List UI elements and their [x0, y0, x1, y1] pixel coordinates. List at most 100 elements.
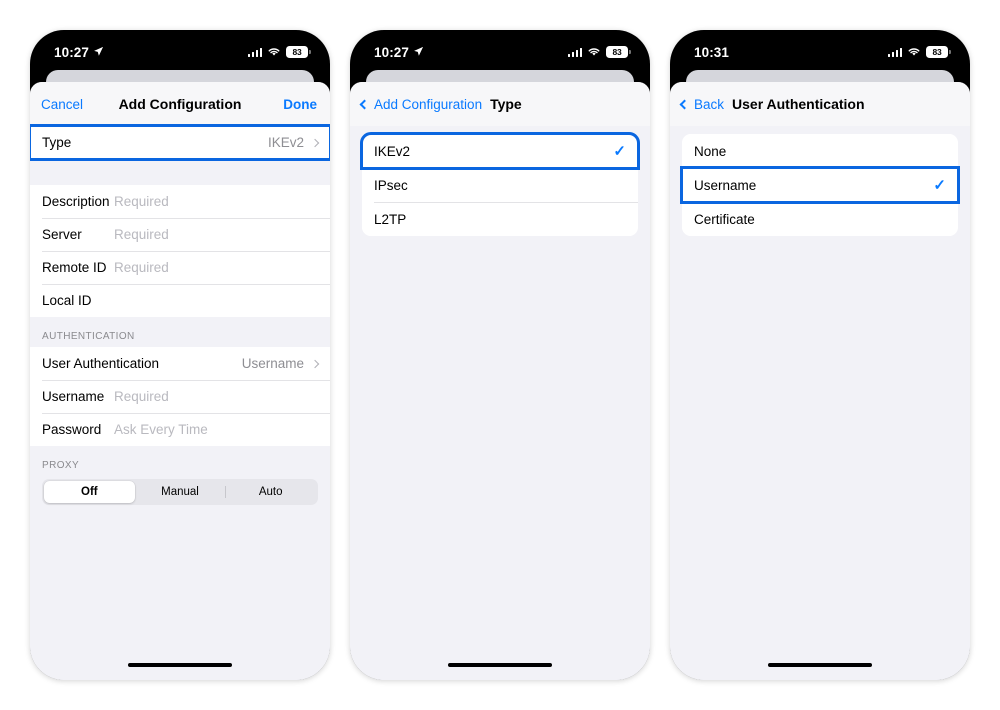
type-options-inset: IKEv2 ✓ IPsec L2TP: [360, 132, 640, 236]
phone-add-configuration: 10:27 83 Cancel Add Configuration Done T…: [30, 30, 330, 680]
wifi-icon: [907, 45, 921, 60]
home-indicator[interactable]: [768, 662, 872, 667]
type-group: Type IKEv2: [30, 124, 330, 161]
option-ikev2[interactable]: IKEv2 ✓: [360, 132, 640, 170]
phone-type-picker: 10:27 83 Add Configuration Type IKEv2 ✓ …: [350, 30, 650, 680]
chevron-left-icon: [679, 99, 690, 109]
option-none[interactable]: None: [682, 134, 958, 168]
wifi-icon: [267, 45, 281, 60]
proxy-segment-manual[interactable]: Manual: [135, 481, 226, 503]
back-button-label: Back: [694, 96, 725, 112]
status-left-2: 10:27: [374, 45, 424, 60]
row-username-label: Username: [42, 389, 105, 404]
option-l2tp[interactable]: L2TP: [362, 202, 638, 236]
home-indicator[interactable]: [448, 662, 552, 667]
row-password-input[interactable]: Ask Every Time: [114, 422, 208, 437]
authentication-section-wrap: AUTHENTICATION: [30, 317, 330, 347]
proxy-segment-auto[interactable]: Auto: [225, 481, 316, 503]
row-user-authentication[interactable]: User Authentication Username: [30, 347, 330, 380]
status-time: 10:31: [694, 44, 730, 60]
status-bar-3: 10:31 83: [670, 30, 970, 74]
battery-level: 83: [932, 47, 942, 57]
page-title: User Authentication: [732, 96, 865, 112]
row-password-label: Password: [42, 422, 102, 437]
row-server-label: Server: [42, 227, 82, 242]
row-description-input[interactable]: Required: [114, 194, 169, 209]
status-time: 10:27: [54, 44, 90, 60]
row-local-id-label: Local ID: [42, 293, 92, 308]
cellular-signal-icon: [887, 47, 902, 57]
proxy-section-wrap: PROXY: [30, 446, 330, 476]
option-l2tp-label: L2TP: [374, 211, 407, 227]
type-options-content: IKEv2 ✓ IPsec L2TP: [350, 126, 650, 680]
modal-sheet-2: Add Configuration Type IKEv2 ✓ IPsec L2T…: [350, 82, 650, 680]
row-local-id[interactable]: Local ID: [30, 284, 330, 317]
status-left-1: 10:27: [54, 45, 104, 60]
row-remote-id-label: Remote ID: [42, 260, 107, 275]
option-username[interactable]: Username ✓: [680, 166, 960, 204]
row-username[interactable]: Username Required: [30, 380, 330, 413]
cellular-signal-icon: [247, 47, 262, 57]
option-ikev2-label: IKEv2: [374, 143, 411, 159]
back-button[interactable]: Back: [679, 96, 725, 112]
phone-user-authentication-picker: 10:31 83 Back User Authentication None U…: [670, 30, 970, 680]
nav-bar-2: Add Configuration Type: [350, 82, 650, 126]
user-authentication-options-list: None Username ✓ Certificate: [680, 134, 960, 236]
status-right-1: 83: [247, 45, 311, 60]
row-remote-id-input[interactable]: Required: [114, 260, 169, 275]
cellular-signal-icon: [567, 47, 582, 57]
nav-bar-1: Cancel Add Configuration Done: [30, 82, 330, 126]
modal-sheet-3: Back User Authentication None Username ✓: [670, 82, 970, 680]
checkmark-icon: ✓: [933, 176, 946, 194]
checkmark-icon: ✓: [613, 142, 626, 160]
row-password[interactable]: Password Ask Every Time: [30, 413, 330, 446]
status-bar-2: 10:27 83: [350, 30, 650, 74]
option-ipsec-label: IPsec: [374, 177, 408, 193]
cancel-button[interactable]: Cancel: [41, 97, 83, 112]
proxy-segmented-control[interactable]: Off Manual Auto: [42, 479, 318, 505]
type-options-list: IKEv2 ✓ IPsec L2TP: [360, 132, 640, 236]
option-ipsec[interactable]: IPsec: [362, 168, 638, 202]
connection-fields-group: Description Required Server Required Rem…: [30, 185, 330, 317]
user-authentication-options-inset: None Username ✓ Certificate: [680, 134, 960, 236]
screenshot-stage: 10:27 83 Cancel Add Configuration Done T…: [0, 0, 1000, 710]
status-left-3: 10:31: [694, 45, 729, 60]
proxy-section-header: PROXY: [42, 460, 80, 471]
done-button[interactable]: Done: [283, 97, 317, 112]
location-arrow-icon: [413, 45, 424, 60]
status-bar-1: 10:27 83: [30, 30, 330, 74]
page-title: Type: [490, 96, 522, 112]
battery-icon: 83: [286, 46, 311, 58]
row-type[interactable]: Type IKEv2: [30, 124, 330, 161]
row-remote-id[interactable]: Remote ID Required: [30, 251, 330, 284]
chevron-right-icon: [310, 138, 320, 147]
row-description[interactable]: Description Required: [30, 185, 330, 218]
option-certificate-label: Certificate: [694, 211, 755, 227]
home-indicator[interactable]: [128, 662, 232, 667]
proxy-segmented-wrap: Off Manual Auto: [30, 476, 330, 505]
row-server-input[interactable]: Required: [114, 227, 169, 242]
row-username-input[interactable]: Required: [114, 389, 169, 404]
back-button[interactable]: Add Configuration: [359, 96, 483, 112]
back-button-label: Add Configuration: [374, 96, 483, 112]
option-none-label: None: [694, 143, 727, 159]
battery-level: 83: [292, 47, 302, 57]
row-server[interactable]: Server Required: [30, 218, 330, 251]
proxy-segment-off[interactable]: Off: [44, 481, 135, 503]
battery-icon: 83: [606, 46, 631, 58]
row-description-label: Description: [42, 194, 110, 209]
authentication-section-header: AUTHENTICATION: [42, 331, 135, 342]
option-certificate[interactable]: Certificate: [682, 202, 958, 236]
status-time: 10:27: [374, 44, 410, 60]
authentication-group: User Authentication Username Username Re…: [30, 347, 330, 446]
row-user-authentication-label: User Authentication: [42, 356, 160, 371]
status-right-2: 83: [567, 45, 631, 60]
chevron-left-icon: [359, 99, 370, 109]
battery-level: 83: [612, 47, 622, 57]
nav-bar-3: Back User Authentication: [670, 82, 970, 126]
modal-sheet-1: Cancel Add Configuration Done Type IKEv2…: [30, 82, 330, 680]
chevron-right-icon: [310, 359, 320, 368]
wifi-icon: [587, 45, 601, 60]
form-content: Type IKEv2 Description Required Server R…: [30, 124, 330, 680]
